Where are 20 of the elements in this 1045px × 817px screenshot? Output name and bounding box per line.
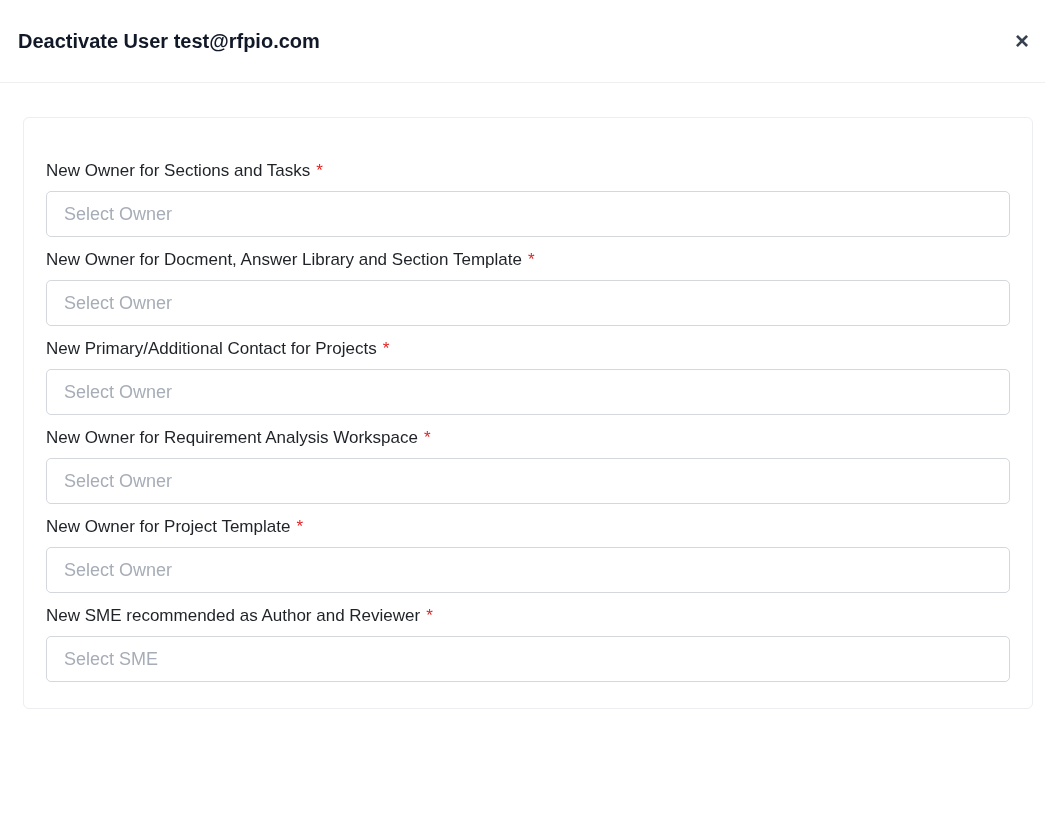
field-label: New Owner for Requirement Analysis Workspace [46,427,418,449]
select-field[interactable]: Select Owner [46,280,1010,326]
required-mark: * [426,605,433,627]
field-label: New Owner for Docment, Answer Library and Section Template [46,249,522,271]
select-field[interactable]: Select Owner [46,458,1010,504]
field-label: New SME recommended as Author and Reviewer [46,605,421,627]
dialog-title: Deactivate User test@rfpio.com [18,29,320,54]
select-field[interactable]: Select Owner [46,369,1010,415]
close-button[interactable]: × [1011,29,1033,53]
field-label: New Primary/Additional Contact for Projects [46,338,377,360]
select-field[interactable]: Select Owner [46,547,1010,593]
required-mark: * [423,427,431,449]
required-mark: * [527,249,535,271]
required-mark: * [382,338,390,360]
required-mark: * [296,516,304,538]
select-field[interactable]: Select Owner [46,191,1010,237]
select-field[interactable]: Select SME [46,636,1010,682]
field-label: New Owner for Project Template [46,516,291,538]
field-label: New Owner for Sections and Tasks [46,160,311,182]
required-mark: * [316,160,323,182]
